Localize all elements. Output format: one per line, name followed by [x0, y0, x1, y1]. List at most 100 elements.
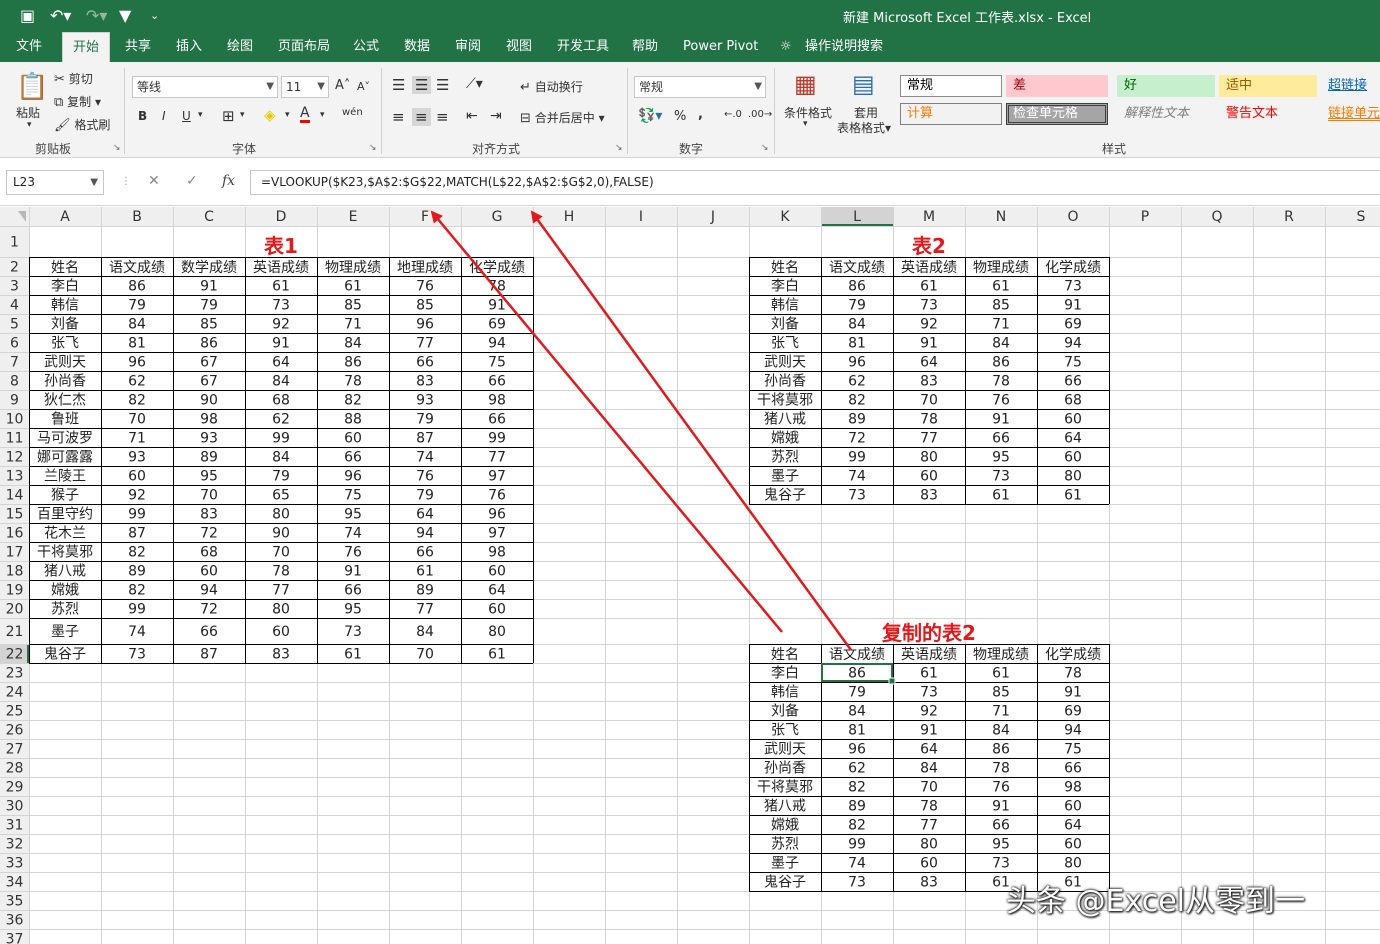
- align-top-icon[interactable]: ☰: [392, 76, 405, 94]
- table-cell: 80: [272, 507, 290, 523]
- underline-button[interactable]: U: [182, 109, 191, 123]
- group-clipboard: 剪贴板: [35, 142, 72, 156]
- merge-center-button[interactable]: ⊟ 合并后居中 ▾: [520, 109, 605, 126]
- format-as-table-button[interactable]: 表格格式▾: [837, 119, 891, 136]
- chevron-down-icon[interactable]: ▾: [285, 110, 290, 120]
- align-right-icon[interactable]: ≡: [436, 108, 449, 126]
- dialog-launcher-icon[interactable]: ↘: [761, 143, 769, 153]
- tab-insert[interactable]: 插入: [174, 32, 204, 62]
- conditional-format-icon[interactable]: ▦: [794, 70, 817, 98]
- table-cell: 76: [416, 279, 434, 295]
- increase-indent-icon[interactable]: ⇥: [490, 108, 502, 124]
- phonetic-button[interactable]: wén: [342, 107, 363, 118]
- font-name-combo[interactable]: 等线 ▼: [132, 76, 278, 98]
- tab-formulas[interactable]: 公式: [351, 32, 381, 62]
- customize-icon[interactable]: ⌄: [150, 6, 159, 26]
- comma-button[interactable]: ,: [698, 107, 703, 122]
- cell-style-item[interactable]: 链接单元: [1321, 103, 1380, 125]
- row-header: 27: [6, 742, 24, 758]
- cell-style-item[interactable]: 检查单元格: [1006, 103, 1108, 125]
- tab-file[interactable]: 文件: [14, 32, 44, 62]
- font-color-icon[interactable]: A: [300, 106, 310, 123]
- tab-tell-me[interactable]: 操作说明搜索: [803, 32, 885, 62]
- tab-draw[interactable]: 绘图: [225, 32, 255, 62]
- cell-style-item[interactable]: 差: [1006, 75, 1108, 97]
- cell-style-item[interactable]: 好: [1117, 75, 1215, 97]
- cell-style-item[interactable]: 常规: [900, 75, 1002, 97]
- chevron-down-icon[interactable]: ▾: [240, 110, 245, 120]
- tab-developer[interactable]: 开发工具: [555, 32, 611, 62]
- fill-handle[interactable]: [888, 677, 896, 685]
- redo-icon[interactable]: ↷▾: [86, 6, 107, 26]
- filter-icon[interactable]: ▼: [119, 6, 131, 26]
- align-middle-icon[interactable]: ☰: [412, 76, 432, 94]
- table-cell: 66: [488, 374, 506, 390]
- dialog-launcher-icon[interactable]: ↘: [615, 143, 623, 153]
- cell-style-item[interactable]: 计算: [900, 103, 1002, 125]
- spreadsheet-grid[interactable]: A B C D E F G H I J K L M N O P Q R S123456789101112131415…: [0, 207, 1380, 944]
- cancel-icon[interactable]: ✕: [148, 173, 160, 189]
- dialog-launcher-icon[interactable]: ↘: [369, 143, 377, 153]
- tab-help[interactable]: 帮助: [630, 32, 660, 62]
- separator: [774, 68, 775, 154]
- dialog-launcher-icon[interactable]: ↘: [113, 143, 121, 153]
- currency-icon[interactable]: 💱▾: [638, 108, 662, 124]
- insert-function-button[interactable]: fx: [222, 173, 235, 189]
- cell-style-item[interactable]: 超链接: [1321, 75, 1380, 97]
- table-format-icon[interactable]: ▤: [852, 70, 875, 98]
- tab-data[interactable]: 数据: [402, 32, 432, 62]
- row-header: 30: [6, 799, 24, 815]
- cell-style-item[interactable]: 警告文本: [1219, 103, 1317, 125]
- tab-share[interactable]: 共享: [123, 32, 153, 62]
- row-header: 10: [6, 412, 24, 428]
- tab-power-pivot[interactable]: Power Pivot: [681, 32, 760, 62]
- chevron-down-icon[interactable]: ▼: [90, 171, 98, 194]
- chevron-down-icon[interactable]: ▾: [320, 110, 325, 120]
- shrink-font-button[interactable]: A˅: [357, 80, 370, 93]
- table-cell: 93: [416, 393, 434, 409]
- chevron-down-icon[interactable]: ▾: [803, 119, 808, 129]
- fill-color-icon[interactable]: ◈: [264, 106, 276, 124]
- table-cell: 98: [488, 393, 506, 409]
- cut-button[interactable]: ✂ 剪切: [54, 70, 93, 87]
- font-size-combo[interactable]: 11 ▼: [281, 76, 329, 98]
- table-cell: 87: [128, 526, 146, 542]
- orientation-icon[interactable]: ⟋▾: [466, 76, 483, 92]
- bold-button[interactable]: B: [138, 109, 147, 123]
- cell-style-item[interactable]: 解释性文本: [1117, 103, 1215, 125]
- decrease-decimal-icon[interactable]: .00→: [748, 109, 772, 120]
- tab-home[interactable]: 开始: [62, 32, 111, 62]
- formula-input[interactable]: =VLOOKUP($K23,$A$2:$G$22,MATCH(L$22,$A$2…: [250, 170, 1380, 195]
- name-box[interactable]: L23 ▼: [6, 170, 104, 195]
- conditional-format-button[interactable]: 条件格式: [784, 104, 832, 121]
- grow-font-button[interactable]: A˄: [335, 78, 350, 93]
- paste-icon[interactable]: 📋: [16, 72, 48, 102]
- table-cell: 70: [200, 488, 218, 504]
- row-header: 16: [6, 526, 24, 542]
- copy-button[interactable]: ⧉ 复制 ▾: [54, 93, 101, 110]
- save-icon[interactable]: ▣: [20, 6, 35, 26]
- tab-view[interactable]: 视图: [504, 32, 534, 62]
- table-cell: 92: [920, 704, 938, 720]
- undo-icon[interactable]: ↶▾: [50, 6, 71, 26]
- number-format-combo[interactable]: 常规 ▼: [634, 76, 766, 98]
- decrease-indent-icon[interactable]: ⇤: [466, 108, 478, 124]
- wrap-text-button[interactable]: ↵ 自动换行: [520, 78, 583, 95]
- table-cell: 82: [848, 818, 866, 834]
- align-bottom-icon[interactable]: ☰: [436, 76, 449, 94]
- align-left-icon[interactable]: ≡: [392, 108, 405, 126]
- increase-decimal-icon[interactable]: ←.0: [724, 109, 742, 120]
- chevron-down-icon[interactable]: ▾: [198, 110, 203, 120]
- table-cell: 76: [416, 469, 434, 485]
- border-icon[interactable]: ⊞: [222, 107, 235, 125]
- cell-style-item[interactable]: 适中: [1219, 75, 1317, 97]
- confirm-icon[interactable]: ✓: [186, 173, 198, 189]
- tab-review[interactable]: 审阅: [453, 32, 483, 62]
- paste-button[interactable]: 粘贴: [16, 104, 40, 121]
- italic-button[interactable]: I: [162, 109, 166, 123]
- percent-button[interactable]: %: [674, 109, 686, 124]
- align-center-icon[interactable]: ≡: [412, 108, 431, 126]
- format-painter-button[interactable]: 🖌 格式刷: [54, 116, 110, 133]
- tab-page-layout[interactable]: 页面布局: [276, 32, 332, 62]
- chevron-down-icon[interactable]: ▾: [27, 120, 32, 130]
